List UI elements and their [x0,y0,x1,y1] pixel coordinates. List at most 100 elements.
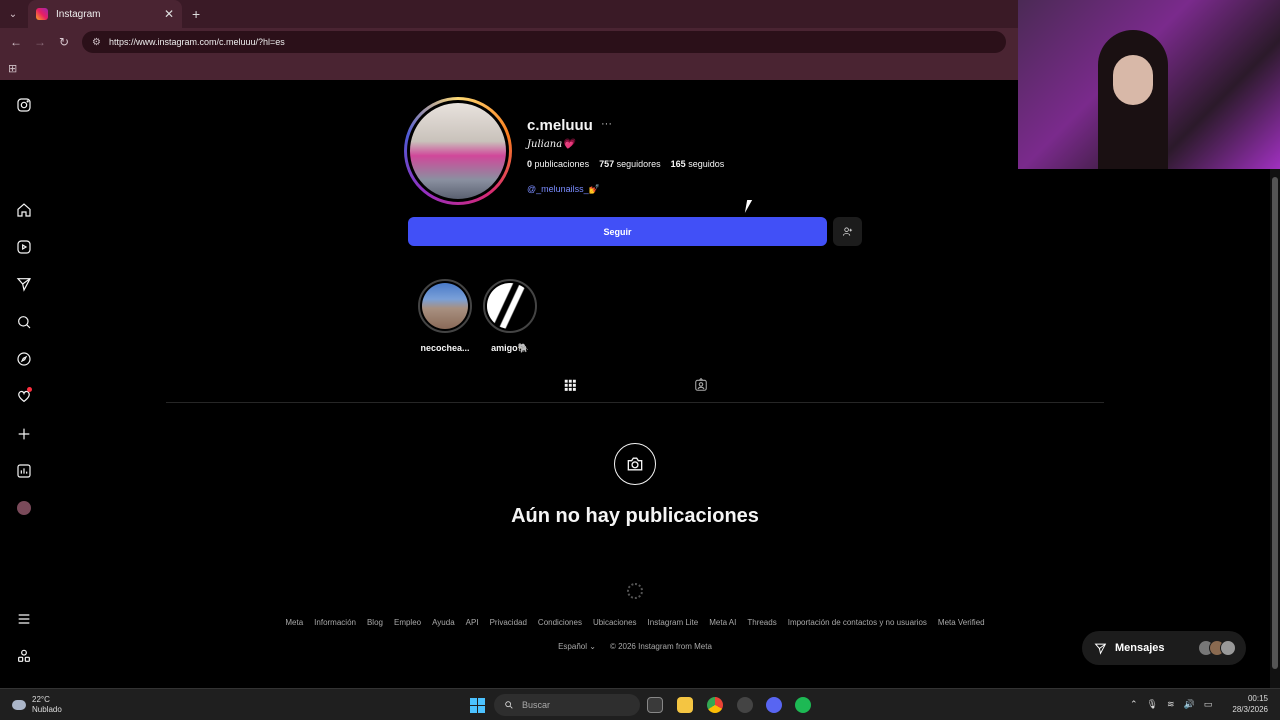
posts-stat: 0 publicaciones [527,159,590,169]
page-scrollbar[interactable] [1270,169,1280,688]
message-avatars [1198,640,1236,656]
system-tray: ⌃ 🎙 ≋ 🔊 ▭ [1130,699,1212,710]
highlight-item[interactable]: necochea... [417,279,473,353]
discord-icon[interactable] [766,697,782,713]
dashboard-icon[interactable] [14,461,34,481]
footer-link[interactable]: Instagram Lite [648,618,699,627]
battery-icon[interactable]: ▭ [1204,699,1213,710]
instagram-favicon-icon [36,8,48,20]
add-person-icon [843,227,853,236]
footer-link[interactable]: Condiciones [538,618,582,627]
browser-tab-bar: ⌄ Instagram ✕ + [0,0,1018,28]
url-text: https://www.instagram.com/c.meluuu/?hl=e… [108,37,285,47]
more-options-icon[interactable]: ··· [601,118,612,130]
profile-stats: 0 publicaciones 757 seguidores 165 segui… [527,159,724,169]
mouse-cursor-icon [744,200,758,213]
followers-stat[interactable]: 757 seguidores [599,159,661,169]
footer-link[interactable]: Meta AI [709,618,736,627]
browser-toolbar: ← → ↻ ⚙ https://www.instagram.com/c.melu… [0,28,1018,56]
weather-condition: Nublado [32,705,62,714]
tagged-user-icon [695,378,707,391]
footer-link[interactable]: Importación de contactos y no usuarios [788,618,927,627]
clock-date: 28/3/2026 [1232,705,1268,714]
home-icon[interactable] [14,200,34,220]
spotify-icon[interactable] [795,697,811,713]
file-explorer-icon[interactable] [677,697,693,713]
windows-start-icon[interactable] [470,698,485,713]
language-selector[interactable]: Español ⌄ [558,642,596,651]
tab-search-icon[interactable]: ⌄ [0,0,26,28]
taskbar-search-placeholder: Buscar [522,700,551,710]
highlight-cover [483,279,537,333]
footer-link[interactable]: API [466,618,479,627]
notifications-heart-icon[interactable] [14,386,34,406]
tab-title: Instagram [56,8,101,20]
grid-icon [564,379,576,391]
highlight-label: amigo🐘 [491,343,529,353]
instagram-logo-icon[interactable] [14,95,34,115]
highlight-item[interactable]: amigo🐘 [482,279,538,354]
direct-send-icon [1094,643,1107,655]
microphone-icon[interactable]: 🎙 [1147,699,1158,710]
empty-state-title: Aún no hay publicaciones [511,505,759,527]
footer-link[interactable]: Blog [367,618,383,627]
address-bar[interactable]: ⚙ https://www.instagram.com/c.meluuu/?hl… [82,31,1006,53]
suggested-accounts-button[interactable] [833,217,862,246]
avatar [1220,640,1236,656]
back-arrow-icon[interactable]: ← [4,35,28,49]
messages-label: Mensajes [1115,642,1165,654]
new-tab-icon[interactable]: + [192,6,200,22]
cloud-icon [12,700,26,710]
tab-posts-grid[interactable] [548,378,592,403]
following-stat[interactable]: 165 seguidos [671,159,725,169]
footer-link[interactable]: Ayuda [432,618,455,627]
browser-tab-instagram[interactable]: Instagram ✕ [28,0,182,28]
search-icon [505,701,513,709]
task-view-icon[interactable] [647,697,663,713]
obs-icon[interactable] [737,697,753,713]
chrome-icon[interactable] [707,697,723,713]
footer-links: Meta Información Blog Empleo Ayuda API P… [0,618,1270,627]
footer-link[interactable]: Threads [747,618,776,627]
footer-link[interactable]: Meta Verified [938,618,985,627]
explore-compass-icon[interactable] [14,349,34,369]
weather-widget[interactable]: 22°C Nublado [12,695,62,715]
volume-icon[interactable]: 🔊 [1184,699,1195,710]
profile-username: c.meluuu [527,117,593,134]
footer-meta: Español ⌄ © 2026 Instagram from Meta [0,642,1270,651]
site-info-icon[interactable]: ⚙ [92,37,101,48]
highlight-cover [418,279,472,333]
camera-icon [614,443,656,485]
copyright-text: © 2026 Instagram from Meta [609,642,712,651]
wifi-icon[interactable]: ≋ [1167,699,1175,710]
taskbar-search[interactable]: Buscar [494,694,640,716]
reels-icon[interactable] [14,237,34,257]
direct-send-icon[interactable] [14,274,34,294]
chevron-up-icon[interactable]: ⌃ [1130,699,1138,710]
scrollbar-thumb[interactable] [1272,177,1278,669]
profile-avatar [407,100,509,202]
footer-link[interactable]: Meta [285,618,303,627]
threads-handle-link[interactable]: @_melunailss_💅 [527,184,600,195]
footer-link[interactable]: Privacidad [490,618,527,627]
webcam-overlay [1018,0,1280,169]
messages-button[interactable]: Mensajes [1082,631,1246,665]
taskbar-clock[interactable]: 00:15 28/3/2026 [1226,693,1268,715]
forward-arrow-icon[interactable]: → [28,35,52,49]
apps-grid-icon[interactable]: ⊞ [8,62,17,75]
tab-close-icon[interactable]: ✕ [164,7,174,21]
footer-link[interactable]: Ubicaciones [593,618,637,627]
profile-avatar-story-ring[interactable] [404,97,512,205]
reload-icon[interactable]: ↻ [52,35,76,49]
footer-link[interactable]: Información [314,618,356,627]
bookmarks-bar: ⊞ [0,56,1018,80]
search-icon[interactable] [14,312,34,332]
streamer-face [1113,55,1153,105]
clock-time: 00:15 [1247,694,1268,703]
instagram-sidebar [0,80,48,688]
follow-button[interactable]: Seguir [408,217,827,246]
tab-tagged[interactable] [679,378,723,403]
create-plus-icon[interactable] [14,424,34,444]
loading-spinner [627,583,643,599]
footer-link[interactable]: Empleo [394,618,421,627]
